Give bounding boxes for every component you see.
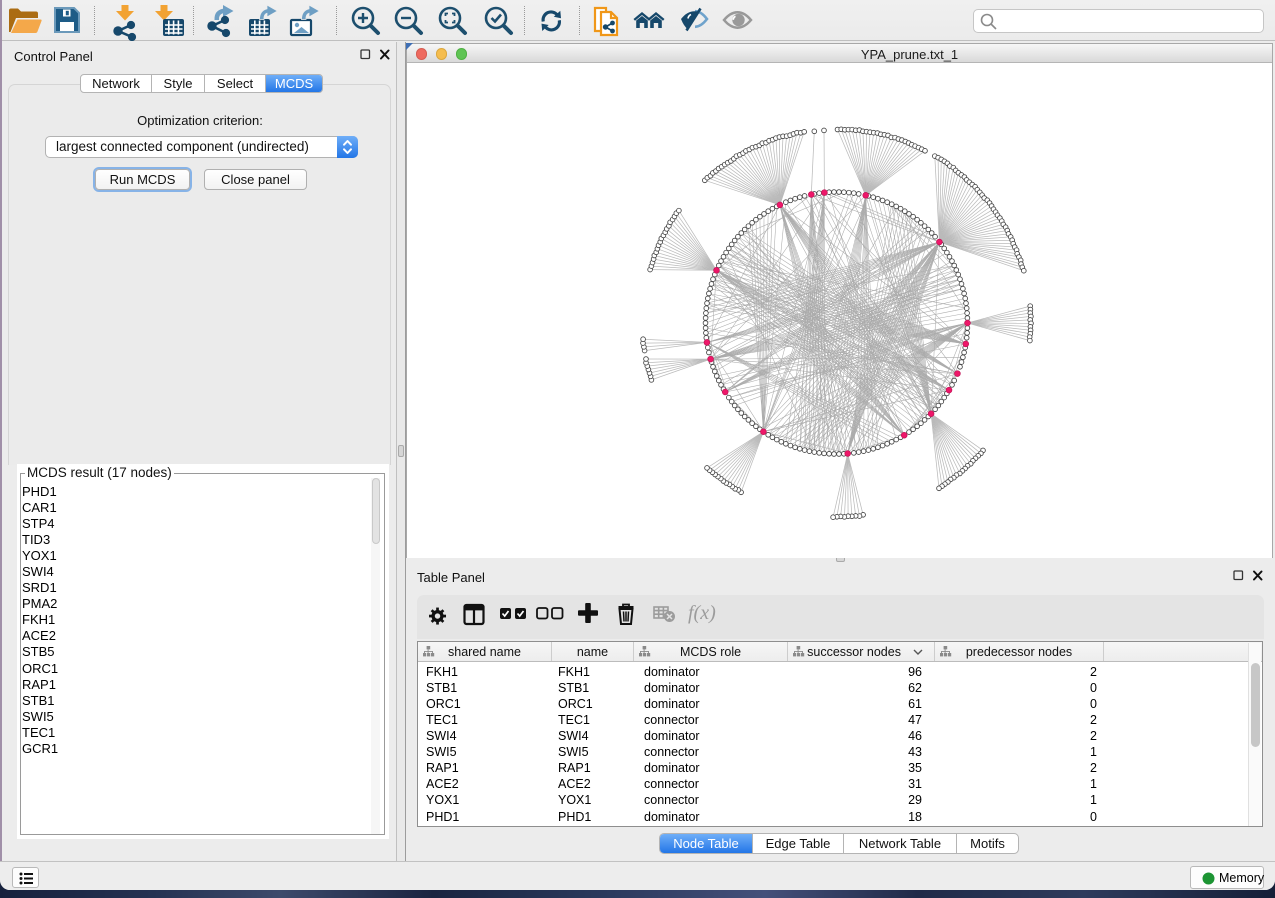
svg-text:f(x): f(x) (688, 602, 716, 624)
